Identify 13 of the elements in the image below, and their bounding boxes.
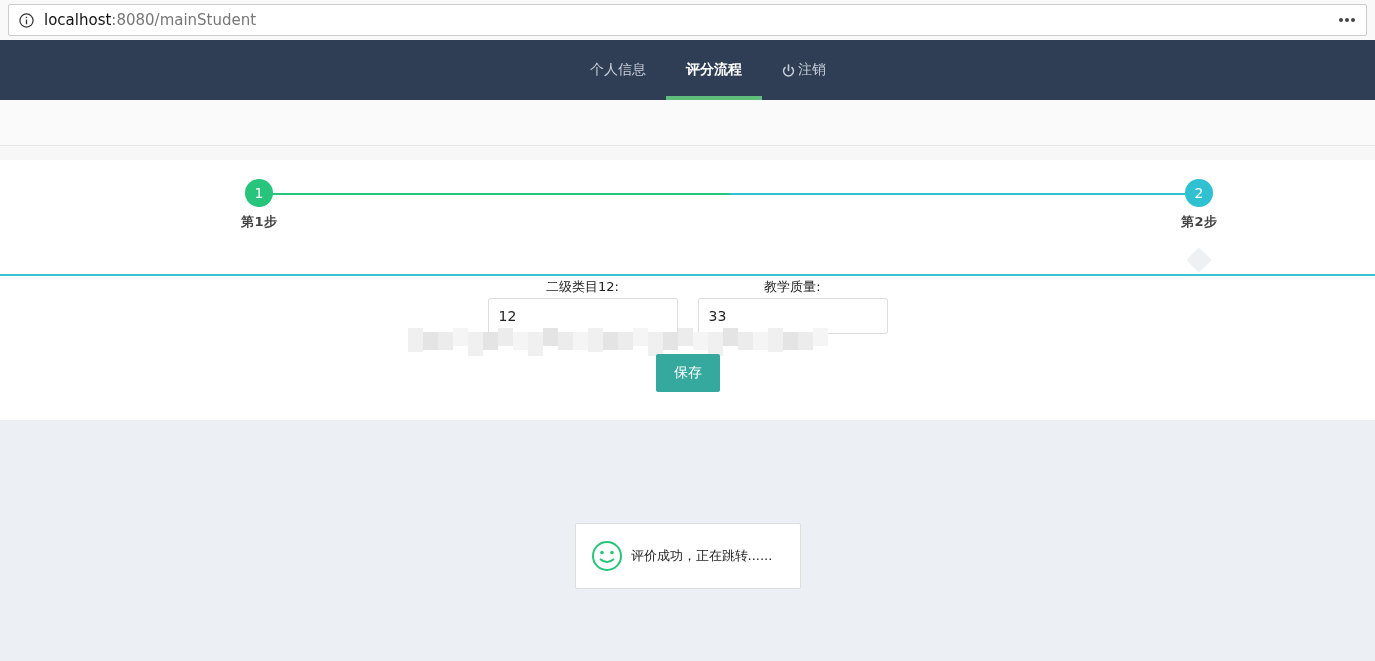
input-field[interactable]: 12 [487, 298, 678, 334]
field-label: 教学质量: [764, 278, 821, 296]
step-label: 第1步 [241, 213, 277, 231]
nav-tab[interactable]: 注销 [761, 40, 846, 100]
step-circle: 1 [245, 179, 273, 207]
step-label: 第2步 [1181, 213, 1217, 231]
address-bar[interactable]: localhost:8080/mainStudent [8, 4, 1367, 36]
field-label: 二级类目12: [546, 278, 619, 296]
step-circle: 2 [1185, 179, 1213, 207]
nav-tab[interactable]: 个人信息 [569, 40, 666, 100]
url-text: localhost:8080/mainStudent [44, 11, 257, 29]
toast-message: 评价成功，正在跳转...... [630, 547, 773, 565]
input-field[interactable]: 33 [697, 298, 888, 334]
